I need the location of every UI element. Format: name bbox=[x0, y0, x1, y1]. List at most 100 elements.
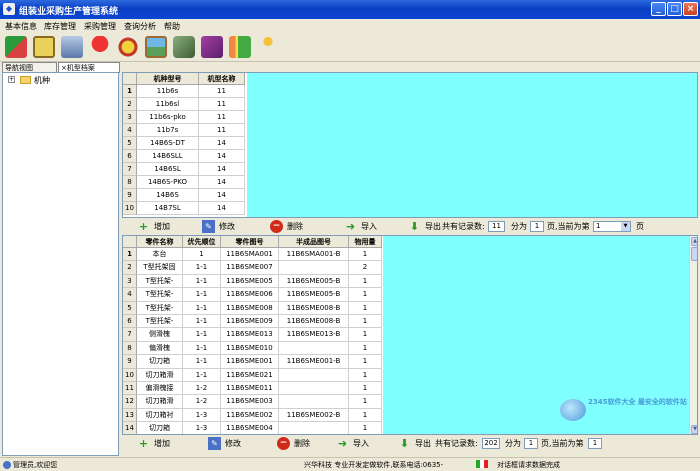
table-cell[interactable]: 14B6SLL bbox=[137, 150, 199, 163]
table-cell[interactable]: 1-1 bbox=[183, 328, 221, 342]
table-cell[interactable]: 1 bbox=[349, 382, 382, 396]
row-header[interactable]: 13 bbox=[123, 408, 137, 423]
table-cell[interactable]: 11B6SME001 bbox=[221, 355, 279, 369]
row-header[interactable]: 9 bbox=[123, 355, 137, 369]
table-cell[interactable]: 14B6SL bbox=[137, 163, 199, 176]
table-cell[interactable]: 1 bbox=[349, 248, 382, 262]
table-cell[interactable]: 11B6SMA001-B bbox=[279, 248, 349, 262]
column-header-part-name[interactable]: 零件名称 bbox=[137, 236, 183, 248]
row-header[interactable]: 12 bbox=[123, 395, 137, 409]
table-cell[interactable]: 14 bbox=[199, 137, 245, 150]
table-cell[interactable]: 1-1 bbox=[183, 315, 221, 329]
table-cell[interactable]: 1-2 bbox=[183, 395, 221, 409]
table-cell[interactable]: T型托架- bbox=[137, 315, 183, 329]
table-cell[interactable]: 11B6SME009 bbox=[221, 315, 279, 329]
menu-purchase[interactable]: 采购管理 bbox=[84, 21, 116, 32]
table-cell[interactable] bbox=[279, 422, 349, 434]
table-cell[interactable]: 11B6SME006 bbox=[221, 288, 279, 302]
row-header[interactable]: 5 bbox=[123, 137, 137, 150]
table-cell[interactable]: 1-1 bbox=[183, 301, 221, 315]
table-cell[interactable]: 14B6S-DT bbox=[137, 137, 199, 150]
table-cell[interactable]: 切刀箱滑 bbox=[137, 368, 183, 382]
umbrella-icon[interactable] bbox=[89, 36, 111, 58]
maximize-button[interactable]: □ bbox=[667, 2, 682, 16]
table-cell[interactable]: 1 bbox=[349, 288, 382, 302]
row-header[interactable]: 4 bbox=[123, 124, 137, 137]
close-button[interactable]: × bbox=[683, 2, 698, 16]
table-cell[interactable]: 11b6s-pko bbox=[137, 111, 199, 124]
table-cell[interactable]: 14 bbox=[199, 150, 245, 163]
menu-inventory[interactable]: 库存管理 bbox=[44, 21, 76, 32]
row-header[interactable]: 2 bbox=[123, 98, 137, 111]
row-header[interactable]: 7 bbox=[123, 328, 137, 342]
tree-node-label[interactable]: 机种 bbox=[34, 75, 50, 86]
table-cell[interactable]: 11B6SME008-B bbox=[279, 315, 349, 329]
row-header[interactable]: 8 bbox=[123, 176, 137, 189]
table-cell[interactable]: 切刀箱滑 bbox=[137, 395, 183, 409]
top-page-select[interactable]: 1 ▼ bbox=[593, 221, 631, 232]
column-header-model-name[interactable]: 机型名称 bbox=[199, 73, 245, 85]
table-cell[interactable]: 切刀箱 bbox=[137, 355, 183, 369]
table-cell[interactable] bbox=[279, 382, 349, 396]
table-cell[interactable]: 14B7SL bbox=[137, 202, 199, 215]
table-cell[interactable]: 11 bbox=[199, 85, 245, 98]
row-header[interactable]: 6 bbox=[123, 315, 137, 329]
table-cell[interactable]: 11B6SME005-B bbox=[279, 288, 349, 302]
table-cell[interactable]: 14 bbox=[199, 202, 245, 215]
row-header[interactable]: 3 bbox=[123, 111, 137, 124]
row-header[interactable]: 5 bbox=[123, 301, 137, 315]
table-cell[interactable]: 11B6SME008-B bbox=[279, 301, 349, 315]
tools-icon[interactable] bbox=[61, 36, 83, 58]
table-cell[interactable]: T型托架- bbox=[137, 301, 183, 315]
table-cell[interactable]: 1-1 bbox=[183, 368, 221, 382]
table-cell[interactable]: 1 bbox=[349, 408, 382, 423]
table-cell[interactable]: 1-1 bbox=[183, 288, 221, 302]
row-header[interactable]: 1 bbox=[123, 248, 137, 262]
table-cell[interactable]: 1 bbox=[349, 274, 382, 289]
table-cell[interactable]: 偏滑槐接 bbox=[137, 382, 183, 396]
expand-toggle[interactable]: + bbox=[8, 76, 15, 83]
table-cell[interactable]: 1 bbox=[349, 301, 382, 315]
table-cell[interactable]: 1 bbox=[349, 341, 382, 356]
column-header-model[interactable]: 机种型号 bbox=[137, 73, 199, 85]
column-header-priority[interactable]: 优先顺位 bbox=[183, 236, 221, 248]
table-cell[interactable]: T型托架- bbox=[137, 274, 183, 289]
notebook-icon[interactable] bbox=[33, 36, 55, 58]
users-icon[interactable] bbox=[5, 36, 27, 58]
menu-query[interactable]: 查询分析 bbox=[124, 21, 156, 32]
table-cell[interactable]: 14 bbox=[199, 163, 245, 176]
table-cell[interactable]: 14 bbox=[199, 176, 245, 189]
table-cell[interactable]: 偏滑槐 bbox=[137, 341, 183, 356]
table-cell[interactable]: 1 bbox=[183, 248, 221, 262]
table-cell[interactable]: 11B6SME010 bbox=[221, 341, 279, 356]
table-cell[interactable]: 11 bbox=[199, 111, 245, 124]
table-cell[interactable]: 11B6SME008 bbox=[221, 301, 279, 315]
column-header-part-number[interactable]: 零件图号 bbox=[221, 236, 279, 248]
table-cell[interactable]: 本台 bbox=[137, 248, 183, 262]
table-cell[interactable] bbox=[279, 368, 349, 382]
menu-basic-info[interactable]: 基本信息 bbox=[5, 21, 37, 32]
picture-icon[interactable] bbox=[145, 36, 167, 58]
table-cell[interactable]: 1 bbox=[349, 422, 382, 434]
table-cell[interactable]: 1 bbox=[349, 315, 382, 329]
table-cell[interactable]: 11B6SME002-B bbox=[279, 408, 349, 423]
chevron-down-icon[interactable]: ▼ bbox=[621, 222, 630, 231]
table-cell[interactable] bbox=[279, 261, 349, 275]
table-cell[interactable]: 11B6SME005 bbox=[221, 274, 279, 289]
row-header[interactable]: 6 bbox=[123, 150, 137, 163]
table-cell[interactable]: 11B6SME005-B bbox=[279, 274, 349, 289]
vertical-scrollbar[interactable]: ▲ ▼ bbox=[689, 236, 697, 434]
row-header[interactable]: 1 bbox=[123, 85, 137, 98]
table-cell[interactable]: 11b7s bbox=[137, 124, 199, 137]
scroll-down-icon[interactable]: ▼ bbox=[691, 425, 697, 434]
table-cell[interactable]: 14B6S bbox=[137, 189, 199, 202]
book-icon[interactable] bbox=[201, 36, 223, 58]
row-header[interactable]: 9 bbox=[123, 189, 137, 202]
table-cell[interactable]: 1-3 bbox=[183, 408, 221, 423]
row-header[interactable]: 14 bbox=[123, 422, 137, 434]
table-cell[interactable]: 1-2 bbox=[183, 382, 221, 396]
column-header-usage[interactable]: 物用量 bbox=[349, 236, 382, 248]
table-cell[interactable]: 11B6SME004 bbox=[221, 422, 279, 434]
table-cell[interactable]: 1-1 bbox=[183, 274, 221, 289]
table-cell[interactable]: 11b6sl bbox=[137, 98, 199, 111]
